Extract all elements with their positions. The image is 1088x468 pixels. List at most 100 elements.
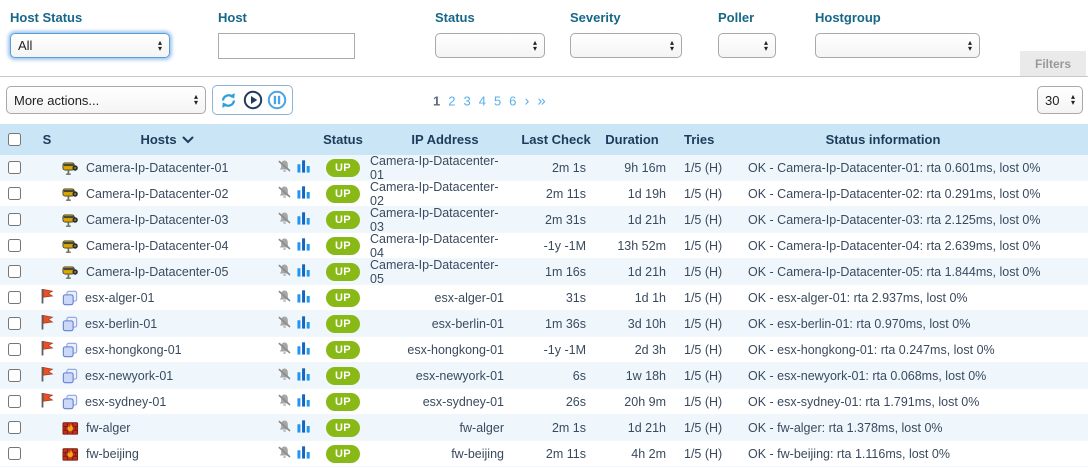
filter-status: Status ▴▾	[435, 10, 545, 58]
tries: 1/5 (H)	[672, 363, 736, 388]
notifications-muted-icon[interactable]	[277, 289, 292, 307]
host-name[interactable]: esx-sydney-01	[85, 395, 166, 409]
table-row: Camera-Ip-Datacenter-05 UP Camera-Ip-Dat…	[0, 259, 1088, 285]
hostgroup-select[interactable]: ▴▾	[815, 33, 980, 58]
duration: 1d 21h	[592, 415, 672, 440]
notifications-muted-icon[interactable]	[277, 263, 292, 281]
notifications-muted-icon[interactable]	[277, 341, 292, 359]
page-4[interactable]: 4	[479, 93, 486, 108]
col-tries[interactable]: Tries	[672, 124, 736, 155]
host-name[interactable]: Camera-Ip-Datacenter-05	[86, 265, 228, 279]
select-arrows-icon: ▴▾	[968, 40, 972, 52]
row-checkbox[interactable]	[8, 343, 21, 356]
col-status-info[interactable]: Status information	[736, 124, 1088, 155]
performance-graph-icon[interactable]	[297, 237, 311, 254]
host-input[interactable]	[218, 33, 355, 59]
host-name[interactable]: esx-berlin-01	[85, 317, 157, 331]
performance-graph-icon[interactable]	[297, 263, 311, 280]
host-name[interactable]: fw-alger	[86, 421, 130, 435]
last-page-icon[interactable]: »	[537, 93, 545, 108]
status-badge: UP	[326, 341, 360, 359]
performance-graph-icon[interactable]	[297, 445, 311, 462]
performance-graph-icon[interactable]	[297, 341, 311, 358]
status-information: OK - esx-hongkong-01: rta 0.247ms, lost …	[736, 337, 1088, 362]
row-checkbox[interactable]	[8, 421, 21, 434]
col-status[interactable]: Status	[316, 124, 370, 155]
host-name[interactable]: esx-alger-01	[85, 291, 154, 305]
status-select[interactable]: ▴▾	[435, 33, 545, 58]
host-name[interactable]: Camera-Ip-Datacenter-02	[86, 187, 228, 201]
play-icon[interactable]	[242, 90, 263, 111]
performance-graph-icon[interactable]	[297, 289, 311, 306]
pause-icon[interactable]	[266, 90, 287, 111]
notifications-muted-icon[interactable]	[277, 393, 292, 411]
refresh-icon[interactable]	[218, 90, 239, 111]
performance-graph-icon[interactable]	[297, 393, 311, 410]
host-name[interactable]: esx-newyork-01	[85, 369, 173, 383]
last-check: 2m 1s	[520, 155, 592, 180]
ip-address: esx-sydney-01	[370, 389, 520, 414]
page-3[interactable]: 3	[463, 93, 470, 108]
row-checkbox[interactable]	[8, 265, 21, 278]
notifications-muted-icon[interactable]	[277, 159, 292, 177]
host-name[interactable]: fw-beijing	[86, 447, 139, 461]
performance-graph-icon[interactable]	[297, 367, 311, 384]
notifications-muted-icon[interactable]	[277, 419, 292, 437]
select-all-checkbox[interactable]	[8, 133, 21, 146]
severity-flag-icon	[40, 314, 54, 333]
firewall-icon	[62, 420, 79, 436]
severity-select[interactable]: ▴▾	[570, 33, 682, 58]
host-name[interactable]: Camera-Ip-Datacenter-03	[86, 213, 228, 227]
performance-graph-icon[interactable]	[297, 185, 311, 202]
page-6[interactable]: 6	[509, 93, 516, 108]
row-checkbox[interactable]	[8, 447, 21, 460]
next-page-icon[interactable]: ›	[524, 93, 529, 108]
row-checkbox[interactable]	[8, 395, 21, 408]
host-name[interactable]: Camera-Ip-Datacenter-01	[86, 161, 228, 175]
page-2[interactable]: 2	[448, 93, 455, 108]
status-information: OK - esx-sydney-01: rta 1.791ms, lost 0%	[736, 389, 1088, 414]
page-size-select[interactable]: 30 ▴▾	[1037, 86, 1083, 114]
row-checkbox[interactable]	[8, 317, 21, 330]
notifications-muted-icon[interactable]	[277, 315, 292, 333]
notifications-muted-icon[interactable]	[277, 445, 292, 463]
last-check: 2m 1s	[520, 415, 592, 440]
host-name[interactable]: esx-hongkong-01	[85, 343, 182, 357]
host-status-value: All	[18, 38, 32, 53]
host-name[interactable]: Camera-Ip-Datacenter-04	[86, 239, 228, 253]
col-ip[interactable]: IP Address	[370, 124, 520, 155]
row-checkbox[interactable]	[8, 161, 21, 174]
status-label: Status	[435, 10, 545, 25]
severity-flag-icon	[40, 288, 54, 307]
col-severity[interactable]: S	[34, 124, 60, 155]
host-status-select[interactable]: All ▴▾	[10, 33, 170, 58]
row-checkbox[interactable]	[8, 291, 21, 304]
ip-address: fw-beijing	[370, 441, 520, 466]
row-checkbox[interactable]	[8, 187, 21, 200]
page-1[interactable]: 1	[433, 93, 440, 108]
performance-graph-icon[interactable]	[297, 159, 311, 176]
table-row: esx-newyork-01 UP esx-newyork-01 6s 1w	[0, 363, 1088, 389]
filter-hostgroup: Hostgroup ▴▾	[815, 10, 980, 58]
performance-graph-icon[interactable]	[297, 315, 311, 332]
row-checkbox[interactable]	[8, 369, 21, 382]
row-checkbox[interactable]	[8, 213, 21, 226]
notifications-muted-icon[interactable]	[277, 211, 292, 229]
notifications-muted-icon[interactable]	[277, 185, 292, 203]
more-actions-select[interactable]: More actions... ▴▾	[6, 86, 206, 114]
col-duration[interactable]: Duration	[592, 124, 672, 155]
performance-graph-icon[interactable]	[297, 211, 311, 228]
vm-icon	[62, 342, 78, 358]
performance-graph-icon[interactable]	[297, 419, 311, 436]
ip-address: Camera-Ip-Datacenter-03	[370, 207, 520, 232]
notifications-muted-icon[interactable]	[277, 237, 292, 255]
col-hosts[interactable]: Hosts	[60, 124, 272, 155]
notifications-muted-icon[interactable]	[277, 367, 292, 385]
poller-select[interactable]: ▴▾	[718, 33, 776, 58]
status-badge: UP	[326, 289, 360, 307]
table-row: fw-beijing UP fw-beijing 2m 11s 4h 2m	[0, 441, 1088, 467]
filters-tab[interactable]: Filters	[1020, 51, 1086, 76]
page-5[interactable]: 5	[494, 93, 501, 108]
col-last-check[interactable]: Last Check	[520, 124, 592, 155]
row-checkbox[interactable]	[8, 239, 21, 252]
